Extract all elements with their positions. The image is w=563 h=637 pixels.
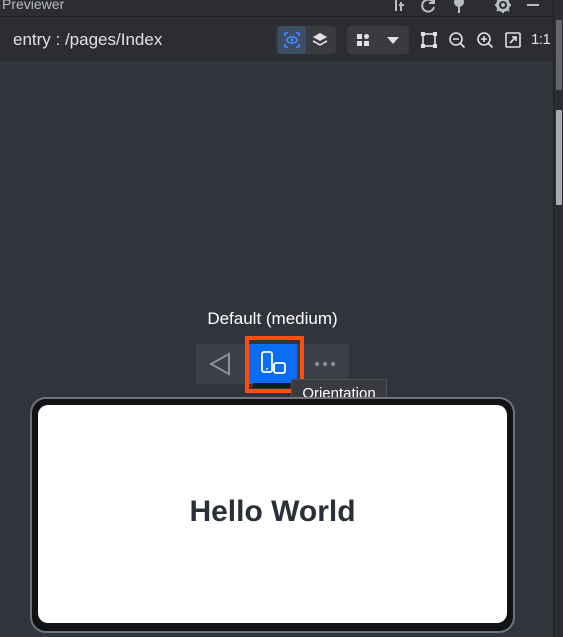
device-screen[interactable]: Hello World [38,405,507,623]
gear-icon[interactable] [494,0,512,14]
chevron-down-icon [387,37,399,44]
pin-icon[interactable] [450,0,468,14]
side-tab-upper[interactable] [556,20,562,90]
device-dropdown-button[interactable] [379,26,407,54]
fit-frame-icon [421,32,437,48]
device-group [347,26,409,54]
previewer-toolbar: entry : /pages/Index 1:1 [0,17,553,61]
hello-world-text: Hello World [189,495,356,528]
rotate-device-icon [261,351,286,374]
device-label: Default (medium) [207,309,338,328]
window-title: Previewer [2,0,65,12]
grid-icon [357,34,369,46]
scale-label[interactable]: 1:1 [531,31,551,48]
text-cursor-icon[interactable] [390,0,408,14]
inspector-eye-icon [284,32,300,48]
zoom-out-icon [449,32,466,49]
refresh-icon[interactable] [419,0,437,14]
device-menu-button[interactable] [349,26,377,54]
orientation-button-shadow [253,383,293,388]
more-dots-icon [315,362,335,366]
minimize-icon[interactable] [524,0,542,14]
orientation-button[interactable] [249,344,297,388]
page-path: entry : /pages/Index [13,30,163,49]
expand-icon [505,32,521,48]
layers-button[interactable] [306,26,334,54]
back-button[interactable] [196,344,244,384]
more-button[interactable] [302,344,349,384]
expand-button[interactable] [500,26,526,54]
back-triangle-icon [208,352,230,376]
zoom-out-button[interactable] [444,26,470,54]
view-mode-group [276,26,336,54]
inspector-button[interactable] [278,26,306,54]
device-controls [196,344,349,388]
layers-icon [312,33,328,46]
right-tool-strip [553,0,563,637]
side-tab-previewer[interactable] [556,110,562,205]
zoom-in-icon [477,32,494,49]
title-bar: Previewer [0,0,553,17]
fit-frame-button[interactable] [416,26,442,54]
zoom-in-button[interactable] [472,26,498,54]
